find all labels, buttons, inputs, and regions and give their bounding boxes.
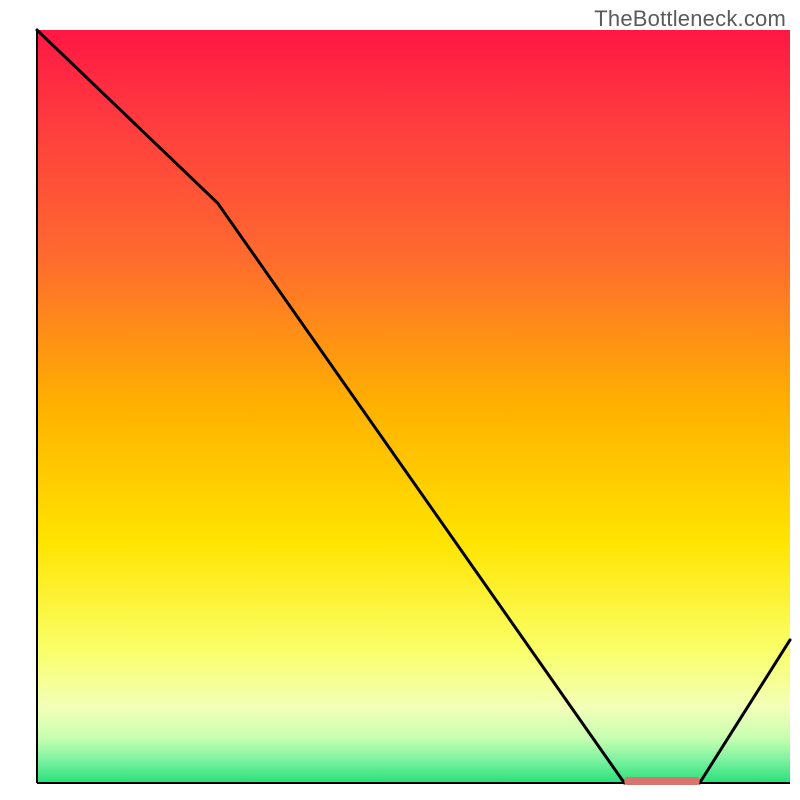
bottleneck-plot [0,0,800,800]
gradient-background [37,30,790,783]
chart-container: TheBottleneck.com [0,0,800,800]
sweet-spot-marker [624,777,699,785]
